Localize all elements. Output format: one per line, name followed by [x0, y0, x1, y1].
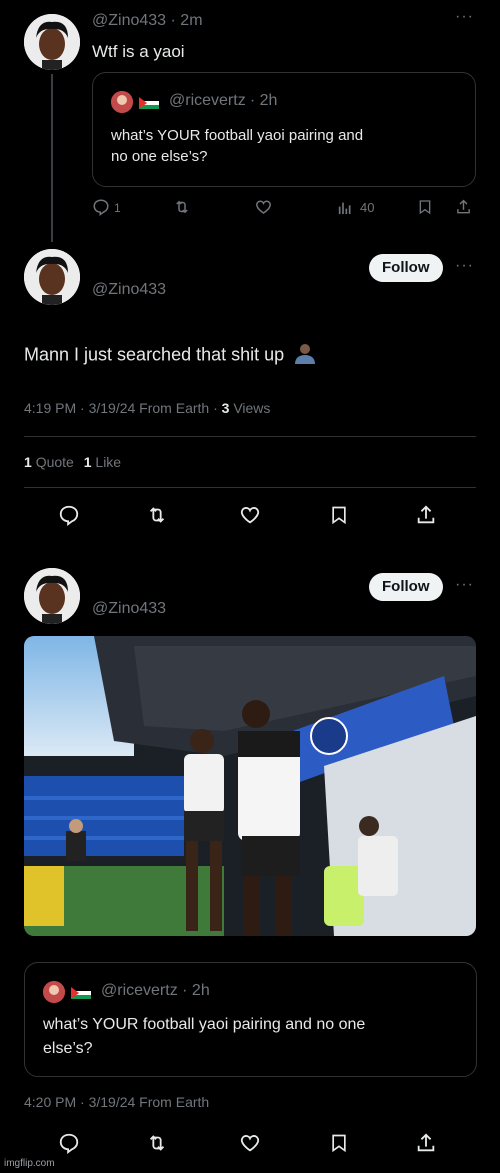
tweet-3: @Zino433 Follow ··· @ricevertz · 2h what…	[0, 560, 500, 1160]
quoted-tweet[interactable]: @ricevertz · 2h what’s YOUR football yao…	[92, 72, 476, 187]
follow-button[interactable]: Follow	[369, 254, 443, 282]
timestamp[interactable]: 4:20 PM · 3/19/24 From Earth	[24, 1094, 209, 1110]
retweet-icon[interactable]	[145, 504, 169, 526]
reply-icon[interactable]	[58, 504, 80, 526]
tweet-1: @Zino433 · 2m ··· Wtf is a yaoi @ricever…	[0, 0, 500, 242]
like-count[interactable]: 1	[84, 454, 92, 470]
divider	[24, 487, 476, 488]
thread-line	[51, 74, 53, 242]
handle[interactable]: @Zino433	[92, 281, 166, 299]
handle[interactable]: @Zino433	[92, 600, 166, 618]
avatar	[111, 91, 133, 113]
follow-button[interactable]: Follow	[369, 573, 443, 601]
tweet-text: Wtf is a yaoi	[92, 42, 185, 61]
quoted-timestamp: · 2h	[182, 982, 210, 999]
quoted-text-line: what’s YOUR football yaoi pairing and no…	[43, 1016, 366, 1033]
quoted-handle[interactable]: @ricevertz	[101, 982, 178, 999]
watermark: imgflip.com	[4, 1158, 55, 1169]
tweet-text: Mann I just searched that shit up	[24, 344, 285, 365]
emoji-icon	[293, 342, 317, 369]
quoted-text-line: else’s?	[43, 1040, 93, 1057]
bookmark-icon[interactable]	[417, 198, 433, 216]
share-icon[interactable]	[415, 1132, 437, 1154]
quoted-text-line: no one else’s?	[111, 148, 208, 165]
share-icon[interactable]	[415, 504, 437, 526]
retweet-icon[interactable]	[172, 198, 192, 216]
like-icon[interactable]	[238, 1132, 262, 1154]
share-icon[interactable]	[455, 198, 472, 216]
reply-icon[interactable]	[92, 198, 110, 216]
views-label: Views	[229, 400, 271, 416]
more-icon[interactable]: ···	[455, 576, 474, 594]
avatar	[43, 981, 65, 1003]
views-count: 40	[360, 200, 375, 215]
more-icon[interactable]: ···	[455, 257, 474, 275]
reply-count: 1	[114, 201, 121, 215]
quoted-handle[interactable]: @ricevertz	[169, 92, 246, 109]
avatar[interactable]	[24, 14, 80, 70]
bookmark-icon[interactable]	[329, 1132, 349, 1154]
avatar[interactable]	[24, 249, 80, 305]
timestamp[interactable]: 4:19 PM · 3/19/24 From Earth ·	[24, 400, 222, 416]
flag-icon	[139, 96, 159, 109]
retweet-icon[interactable]	[145, 1132, 169, 1154]
quote-count[interactable]: 1	[24, 454, 32, 470]
divider	[24, 436, 476, 437]
timestamp[interactable]: · 2m	[171, 12, 203, 29]
flag-icon	[71, 986, 91, 999]
quote-label[interactable]: Quote	[36, 454, 74, 470]
tweet-photo[interactable]	[24, 636, 476, 936]
like-icon[interactable]	[254, 198, 273, 216]
quoted-tweet[interactable]: @ricevertz · 2h what’s YOUR football yao…	[24, 962, 477, 1077]
views-icon[interactable]	[337, 200, 353, 216]
like-icon[interactable]	[238, 504, 262, 526]
handle[interactable]: @Zino433	[92, 12, 166, 29]
reply-icon[interactable]	[58, 1132, 80, 1154]
more-icon[interactable]: ···	[455, 8, 474, 26]
tweet-2: @Zino433 Follow ··· Mann I just searched…	[0, 240, 500, 540]
bookmark-icon[interactable]	[329, 504, 349, 526]
quoted-text-line: what’s YOUR football yaoi pairing and	[111, 127, 364, 144]
quoted-timestamp: · 2h	[249, 92, 278, 109]
avatar[interactable]	[24, 568, 80, 624]
like-label[interactable]: Like	[95, 454, 121, 470]
